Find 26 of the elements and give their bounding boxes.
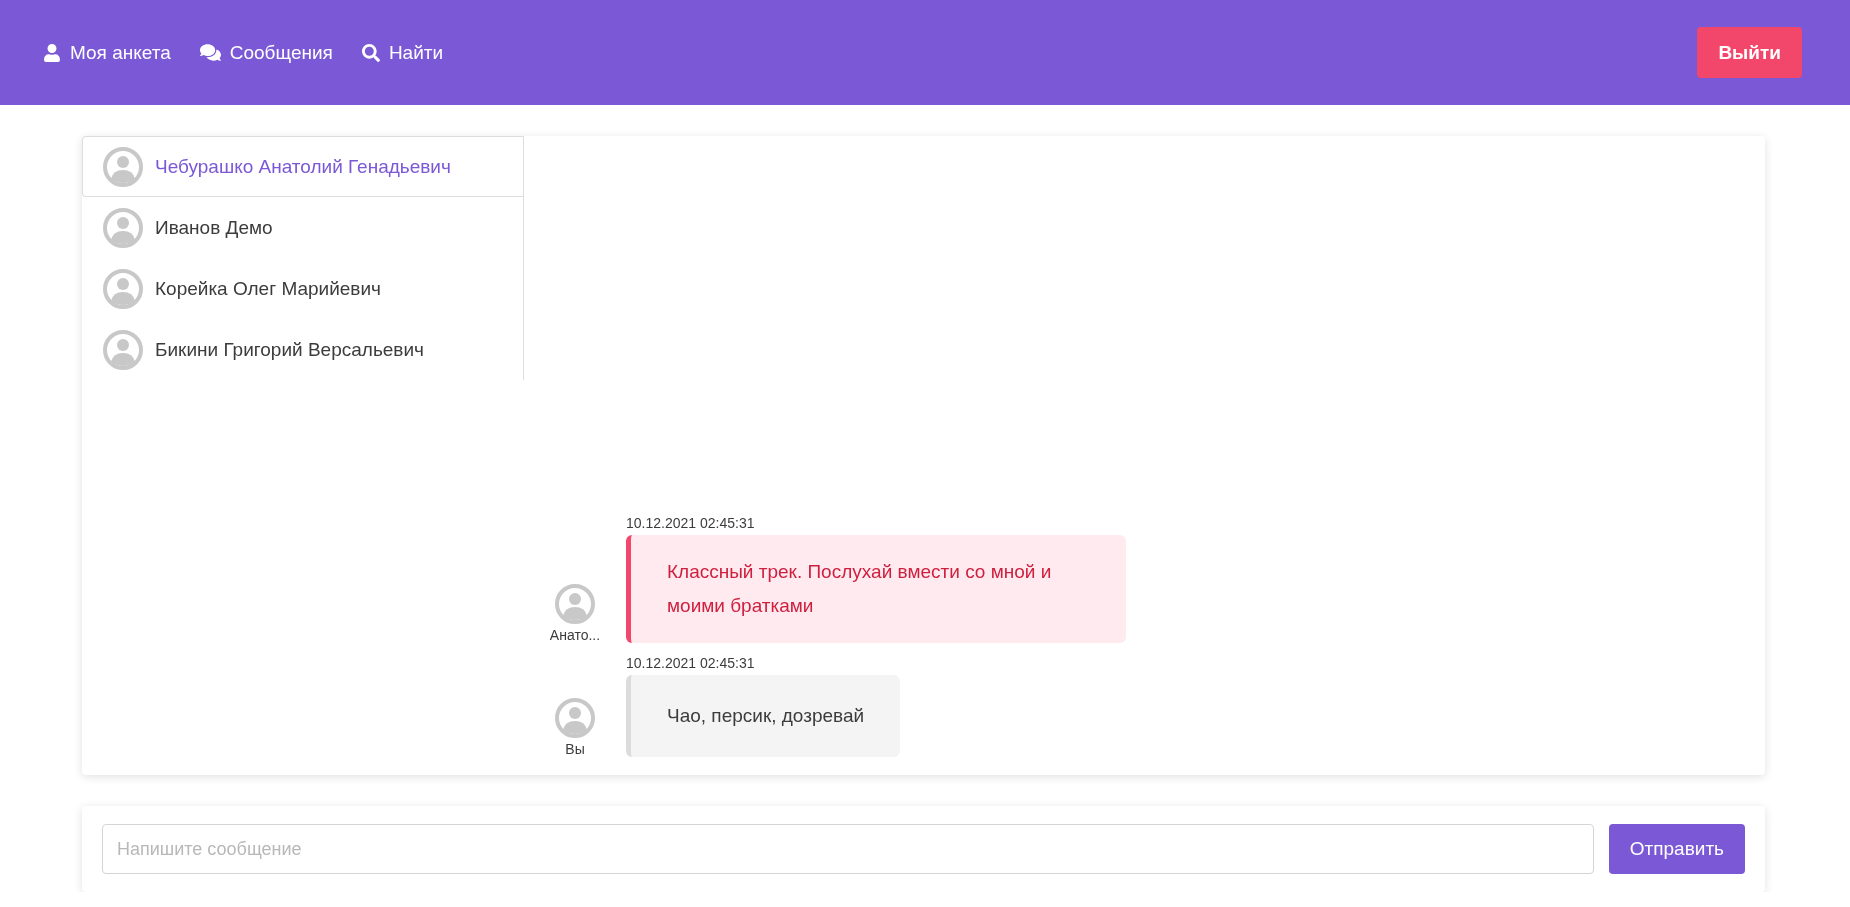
send-button[interactable]: Отправить xyxy=(1608,824,1745,874)
message-bubble: Чао, персик, дозревай xyxy=(626,675,901,757)
avatar-icon xyxy=(103,329,143,370)
nav-link[interactable]: Моя анкета xyxy=(43,41,171,64)
avatar-icon xyxy=(103,268,143,309)
contact-name: Корейка Олег Марийевич xyxy=(155,277,381,300)
search-icon xyxy=(361,43,380,62)
author-name: Анато... xyxy=(549,627,601,643)
avatar-icon xyxy=(555,698,595,738)
contact-name: Иванов Демо xyxy=(155,216,273,239)
user-icon xyxy=(43,43,61,62)
chat-icon xyxy=(199,42,221,63)
avatar-icon xyxy=(103,146,143,187)
message-bubble: Классный трек. Послухай вмести со мной и моими братками xyxy=(626,535,1126,643)
logout-button[interactable]: Выйти xyxy=(1697,27,1802,78)
message-time: 10.12.2021 02:45:31 xyxy=(626,515,756,531)
contact-name: Бикини Григорий Версальевич xyxy=(155,338,424,361)
nav-link[interactable]: Найти xyxy=(361,41,444,64)
contact-item[interactable]: Чебурашко Анатолий Генадьевич xyxy=(82,136,523,197)
avatar-icon xyxy=(555,584,595,624)
avatar-icon xyxy=(103,207,143,248)
message-input[interactable]: Напишите сообщение xyxy=(102,824,1594,874)
author-name: Вы xyxy=(565,741,585,757)
message-time: 10.12.2021 02:45:31 xyxy=(626,655,756,671)
contact-name: Чебурашко Анатолий Генадьевич xyxy=(155,155,451,178)
nav-link[interactable]: Сообщения xyxy=(199,41,333,64)
